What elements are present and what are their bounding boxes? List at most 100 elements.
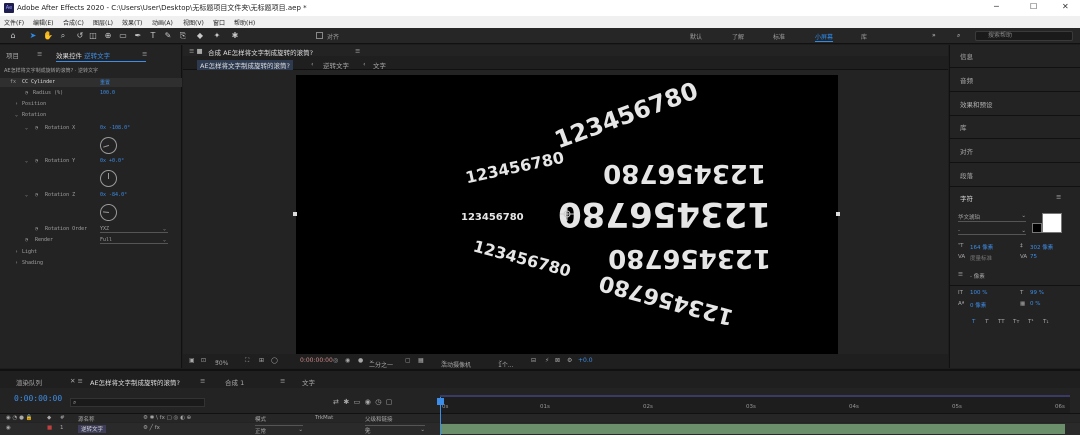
type-tool-icon[interactable]: T <box>148 31 158 41</box>
panel-align[interactable]: 对齐 <box>960 146 973 156</box>
superscript-button[interactable]: T¹ <box>1028 319 1034 325</box>
camera-tool-icon[interactable]: ◫ <box>88 31 98 41</box>
tab-close-icon[interactable]: ≡ <box>37 50 42 58</box>
baseline-shift-value[interactable]: 0 像素 <box>970 301 986 309</box>
stroke-width-value[interactable]: - 像素 <box>970 272 985 280</box>
stopwatch-icon[interactable]: ◔ <box>35 158 38 164</box>
maximize-icon[interactable]: ☐ <box>1030 2 1037 11</box>
panel-paragraph[interactable]: 段落 <box>960 170 973 180</box>
panel-menu-icon[interactable]: ≡ <box>142 50 147 58</box>
font-family-select[interactable]: 华文琥珀 ⌄ <box>958 213 1026 222</box>
rotation-x-value[interactable]: 0x -108.0° <box>100 125 130 131</box>
stroke-color-swatch[interactable] <box>1032 223 1042 233</box>
font-style-select[interactable]: - ⌄ <box>958 228 1026 235</box>
menu-edit[interactable]: 编辑(E) <box>33 18 53 27</box>
workspace-library[interactable]: 库 <box>861 32 867 41</box>
zoom-tool-icon[interactable]: ⌕ <box>58 31 68 41</box>
tab-render-queue[interactable]: 渲染队列 <box>16 377 42 387</box>
font-size-value[interactable]: 164 像素 <box>970 243 993 251</box>
fast-preview-icon[interactable]: ⚡ <box>545 357 549 364</box>
layer-parent-select[interactable]: ◎ 无 ⌄ <box>365 425 425 435</box>
brush-tool-icon[interactable]: ✎ <box>163 31 173 41</box>
panel-character-title[interactable]: 字符 <box>960 193 973 203</box>
collapse-arrow-icon[interactable]: ⌄ <box>15 112 18 118</box>
viewer-timecode[interactable]: 0:00:00:00 <box>300 357 333 364</box>
faux-bold-button[interactable]: T <box>972 319 975 325</box>
clone-tool-icon[interactable]: ⎘ <box>178 31 188 41</box>
rotation-y-dial[interactable] <box>100 170 117 187</box>
menu-layer[interactable]: 图层(L) <box>93 18 113 27</box>
search-help-icon[interactable]: ⌕ <box>957 32 960 40</box>
shading-row[interactable]: › Shading <box>0 260 182 269</box>
stopwatch-icon[interactable]: ◔ <box>25 237 28 243</box>
current-time-indicator-head[interactable] <box>437 398 444 405</box>
bounding-handle-right[interactable] <box>836 212 840 216</box>
region-of-interest-icon[interactable]: ▢ <box>405 357 411 364</box>
panel-info[interactable]: 信息 <box>960 51 973 61</box>
composition-canvas[interactable]: 123456780 123456780 123456780 123456780 … <box>296 75 838 355</box>
tab-menu-icon[interactable]: ≡ <box>200 377 205 385</box>
minimize-icon[interactable]: ─ <box>994 2 999 11</box>
roto-tool-icon[interactable]: ✦ <box>212 31 222 41</box>
layer-switches-icon[interactable]: ⚙ ╱ fx <box>143 425 160 431</box>
menu-animation[interactable]: 动画(A) <box>152 18 173 27</box>
bounding-handle-left[interactable] <box>293 212 297 216</box>
menu-file[interactable]: 文件(F) <box>4 18 24 27</box>
color-channel-icon[interactable]: ● <box>358 357 363 364</box>
close-icon[interactable]: ✕ <box>1062 2 1069 11</box>
fill-color-swatch[interactable] <box>1042 213 1062 233</box>
expand-arrow-icon[interactable]: › <box>15 260 18 266</box>
rotate-tool-icon[interactable]: ↺ <box>75 31 85 41</box>
panel-audio[interactable]: 音频 <box>960 75 973 85</box>
tab-close-icon[interactable]: ✕ ≡ <box>70 377 83 385</box>
rectangle-tool-icon[interactable]: ▭ <box>118 31 128 41</box>
stopwatch-icon[interactable]: ◔ <box>25 90 28 96</box>
visibility-icon[interactable]: ◉ <box>6 425 11 431</box>
tab-comp-1[interactable]: 合成 1 <box>225 377 244 387</box>
panel-menu-icon[interactable]: ≡ <box>355 47 360 55</box>
stopwatch-icon[interactable]: ◔ <box>35 125 38 131</box>
expand-arrow-icon[interactable]: ⌄ <box>25 125 28 131</box>
small-caps-button[interactable]: Tт <box>1013 319 1020 325</box>
tab-active-composition[interactable]: AE怎样将文字制成旋转的滚筒? <box>197 60 294 70</box>
rotation-x-dial[interactable] <box>97 134 120 157</box>
timeline-search-input[interactable]: ⌕ <box>70 398 205 407</box>
show-snapshot-icon[interactable]: ◉ <box>345 357 350 364</box>
layer-mode-select[interactable]: 正常 ⌄ <box>255 425 303 435</box>
subscript-button[interactable]: T₁ <box>1043 319 1049 325</box>
radius-value[interactable]: 100.0 <box>100 90 115 96</box>
eraser-tool-icon[interactable]: ◆ <box>195 31 205 41</box>
comp-nav-layer[interactable]: 逆转文字 <box>323 60 349 70</box>
camera-select[interactable]: 活动摄像机 ⌄ <box>441 357 471 369</box>
rotation-z-dial[interactable] <box>99 203 118 222</box>
rotation-group-row[interactable]: ⌄ Rotation <box>0 112 182 121</box>
toggle-pixel-icon[interactable]: ⊟ <box>531 357 536 364</box>
align-checkbox[interactable] <box>316 32 323 39</box>
expand-arrow-icon[interactable]: ⌄ <box>25 192 28 198</box>
time-ruler[interactable]: 0s 01s 02s 03s 04s 05s 06s <box>440 397 1070 413</box>
puppet-tool-icon[interactable]: ✱ <box>230 31 240 41</box>
render-dropdown[interactable]: Full ⌄ <box>100 237 168 244</box>
safe-margins-icon[interactable]: ⊡ <box>201 357 206 364</box>
expand-arrow-icon[interactable]: › <box>15 101 18 107</box>
transparent-icon[interactable]: ⊠ <box>555 357 560 364</box>
fit-icon[interactable]: ⛶ <box>245 357 249 365</box>
panel-menu-icon[interactable]: ≡ <box>1056 193 1061 201</box>
hand-tool-icon[interactable]: ✋ <box>43 31 53 41</box>
panel-effects-presets[interactable]: 效果和预设 <box>960 99 993 109</box>
kerning-value[interactable]: 度量标准 <box>970 254 992 262</box>
transparency-grid-icon[interactable]: ▦ <box>418 357 424 364</box>
horizontal-scale-value[interactable]: 99 % <box>1030 290 1044 296</box>
tracking-value[interactable]: 75 <box>1030 254 1037 260</box>
exposure-value[interactable]: +0.0 <box>578 357 593 364</box>
all-caps-button[interactable]: TT <box>998 319 1005 325</box>
flowchart-icon[interactable]: ⚙ <box>567 357 572 364</box>
tsume-value[interactable]: 0 % <box>1030 301 1040 307</box>
expand-arrow-icon[interactable]: › <box>15 249 18 255</box>
vertical-scale-value[interactable]: 100 % <box>970 290 987 296</box>
panel-library[interactable]: 库 <box>960 122 967 132</box>
stopwatch-icon[interactable]: ◔ <box>35 192 38 198</box>
tab-timeline-active-comp[interactable]: AE怎样将文字制成旋转的滚筒? <box>90 377 180 387</box>
home-icon[interactable]: ⌂ <box>8 31 18 41</box>
workspace-default[interactable]: 默认 <box>690 32 702 41</box>
